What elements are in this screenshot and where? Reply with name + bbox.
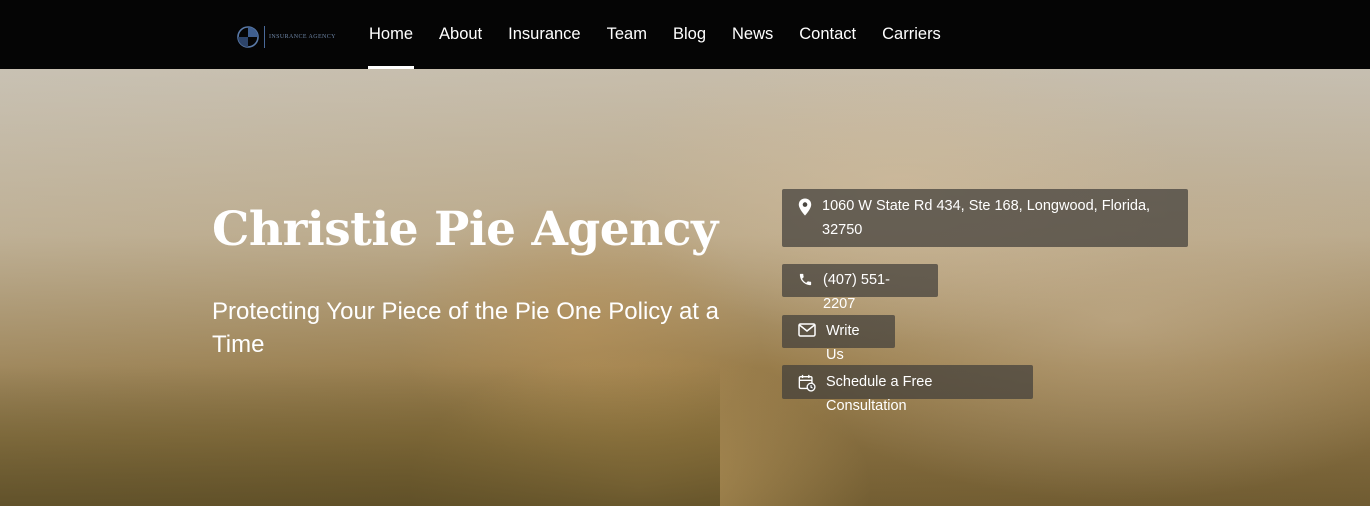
- phone-icon: [799, 273, 812, 286]
- calendar-clock-icon: [798, 374, 816, 392]
- address-link[interactable]: 1060 W State Rd 434, Ste 168, Longwood, …: [782, 189, 1188, 247]
- hero-section: Christie Pie Agency Protecting Your Piec…: [0, 69, 1370, 506]
- nav-insurance[interactable]: Insurance: [495, 0, 593, 69]
- nav-news[interactable]: News: [719, 0, 786, 69]
- logo-emblem-icon: [237, 26, 259, 48]
- logo-text: INSURANCE AGENCY: [269, 33, 336, 40]
- write-us-text: Write Us: [826, 323, 860, 363]
- address-text: 1060 W State Rd 434, Ste 168, Longwood, …: [822, 198, 1151, 238]
- schedule-consultation-link[interactable]: Schedule a Free Consultation: [782, 365, 1033, 414]
- hero-title: Christie Pie Agency: [212, 202, 718, 257]
- envelope-icon: [798, 323, 816, 337]
- nav-home[interactable]: Home: [356, 0, 426, 69]
- top-navbar: INSURANCE AGENCY Home About Insurance Te…: [0, 0, 1370, 69]
- nav-blog[interactable]: Blog: [660, 0, 719, 69]
- main-nav: Home About Insurance Team Blog News Cont…: [356, 0, 954, 69]
- agency-logo[interactable]: INSURANCE AGENCY: [236, 24, 340, 50]
- nav-about[interactable]: About: [426, 0, 495, 69]
- phone-link[interactable]: (407) 551-2207: [782, 264, 938, 312]
- hero-subtitle: Protecting Your Piece of the Pie One Pol…: [212, 298, 719, 358]
- map-pin-icon: [798, 198, 812, 216]
- write-us-link[interactable]: Write Us: [782, 315, 895, 363]
- nav-team[interactable]: Team: [594, 0, 660, 69]
- hero-ground-overlay: [0, 366, 720, 506]
- nav-carriers[interactable]: Carriers: [869, 0, 954, 69]
- logo-divider: [264, 26, 265, 48]
- schedule-text: Schedule a Free Consultation: [826, 374, 933, 414]
- nav-contact[interactable]: Contact: [786, 0, 869, 69]
- phone-text: (407) 551-2207: [823, 272, 890, 312]
